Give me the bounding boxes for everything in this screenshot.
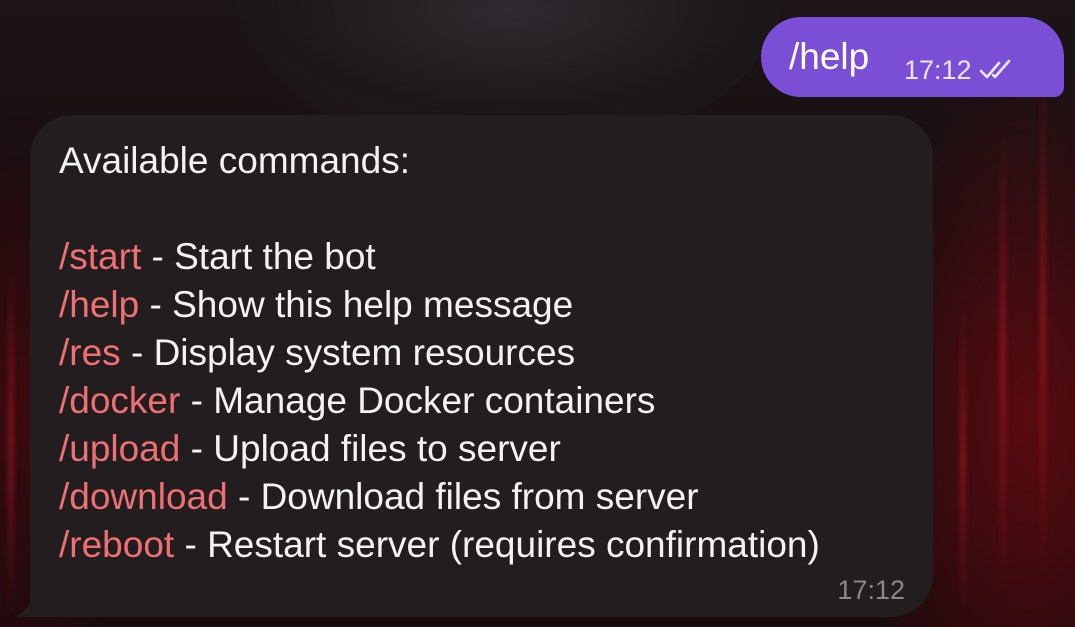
command-line: /download - Download files from server	[59, 473, 913, 521]
command-description: - Start the bot	[141, 236, 376, 277]
command-line: /upload - Upload files to server	[59, 425, 913, 473]
outgoing-message-meta: 17:12	[904, 55, 1018, 85]
bubble-tail	[16, 591, 46, 617]
command-list: /start - Start the bot/help - Show this …	[59, 233, 913, 569]
command-link[interactable]: /upload	[59, 428, 180, 469]
command-link[interactable]: /reboot	[59, 524, 174, 565]
outgoing-message-time: 17:12	[904, 55, 972, 85]
background-streak	[1000, 120, 1006, 600]
command-description: - Upload files to server	[180, 428, 561, 469]
command-description: - Show this help message	[139, 284, 574, 325]
command-description: - Restart server (requires confirmation)	[174, 524, 820, 565]
command-line: /reboot - Restart server (requires confi…	[59, 521, 913, 569]
background-streak	[8, 260, 14, 620]
command-link[interactable]: /download	[59, 476, 228, 517]
background-streak	[960, 300, 966, 620]
command-description: - Download files from server	[227, 476, 699, 517]
command-description: - Display system resources	[120, 332, 576, 373]
command-line: /res - Display system resources	[59, 329, 913, 377]
double-check-icon	[978, 58, 1018, 82]
command-link[interactable]: /docker	[59, 380, 180, 421]
command-line: /docker - Manage Docker containers	[59, 377, 913, 425]
help-heading: Available commands:	[59, 140, 410, 181]
command-link[interactable]: /res	[59, 332, 121, 373]
background-wallpaper-figure	[230, 0, 790, 130]
command-line: /start - Start the bot	[59, 233, 913, 281]
incoming-message-bubble[interactable]: Available commands: /start - Start the b…	[16, 115, 933, 617]
incoming-message-time: 17:12	[837, 575, 905, 605]
outgoing-message-text: /help	[789, 36, 870, 77]
chat-background: /help 17:12 Available commands: /start -…	[0, 0, 1075, 627]
outgoing-message-bubble[interactable]: /help 17:12	[761, 17, 1064, 97]
command-link[interactable]: /start	[59, 236, 141, 277]
command-line: /help - Show this help message	[59, 281, 913, 329]
background-streak	[1040, 60, 1046, 580]
command-link[interactable]: /help	[59, 284, 139, 325]
command-description: - Manage Docker containers	[180, 380, 656, 421]
incoming-message-body: Available commands: /start - Start the b…	[59, 137, 913, 569]
